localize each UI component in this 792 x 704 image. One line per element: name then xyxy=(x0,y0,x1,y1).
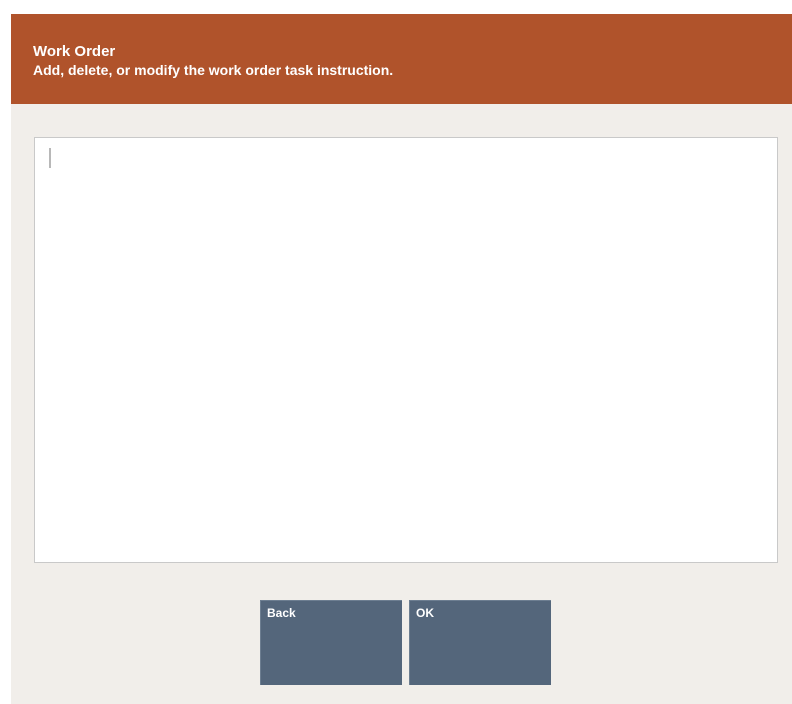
back-button[interactable]: Back xyxy=(260,600,402,685)
dialog-title: Work Order xyxy=(33,43,116,60)
work-order-dialog: Work Order Add, delete, or modify the wo… xyxy=(11,14,792,704)
task-instruction-textarea[interactable] xyxy=(34,137,778,563)
ok-button[interactable]: OK xyxy=(409,600,551,685)
text-cursor xyxy=(49,148,51,168)
dialog-instructions: Add, delete, or modify the work order ta… xyxy=(33,62,394,78)
dialog-header: Work Order Add, delete, or modify the wo… xyxy=(11,14,792,104)
